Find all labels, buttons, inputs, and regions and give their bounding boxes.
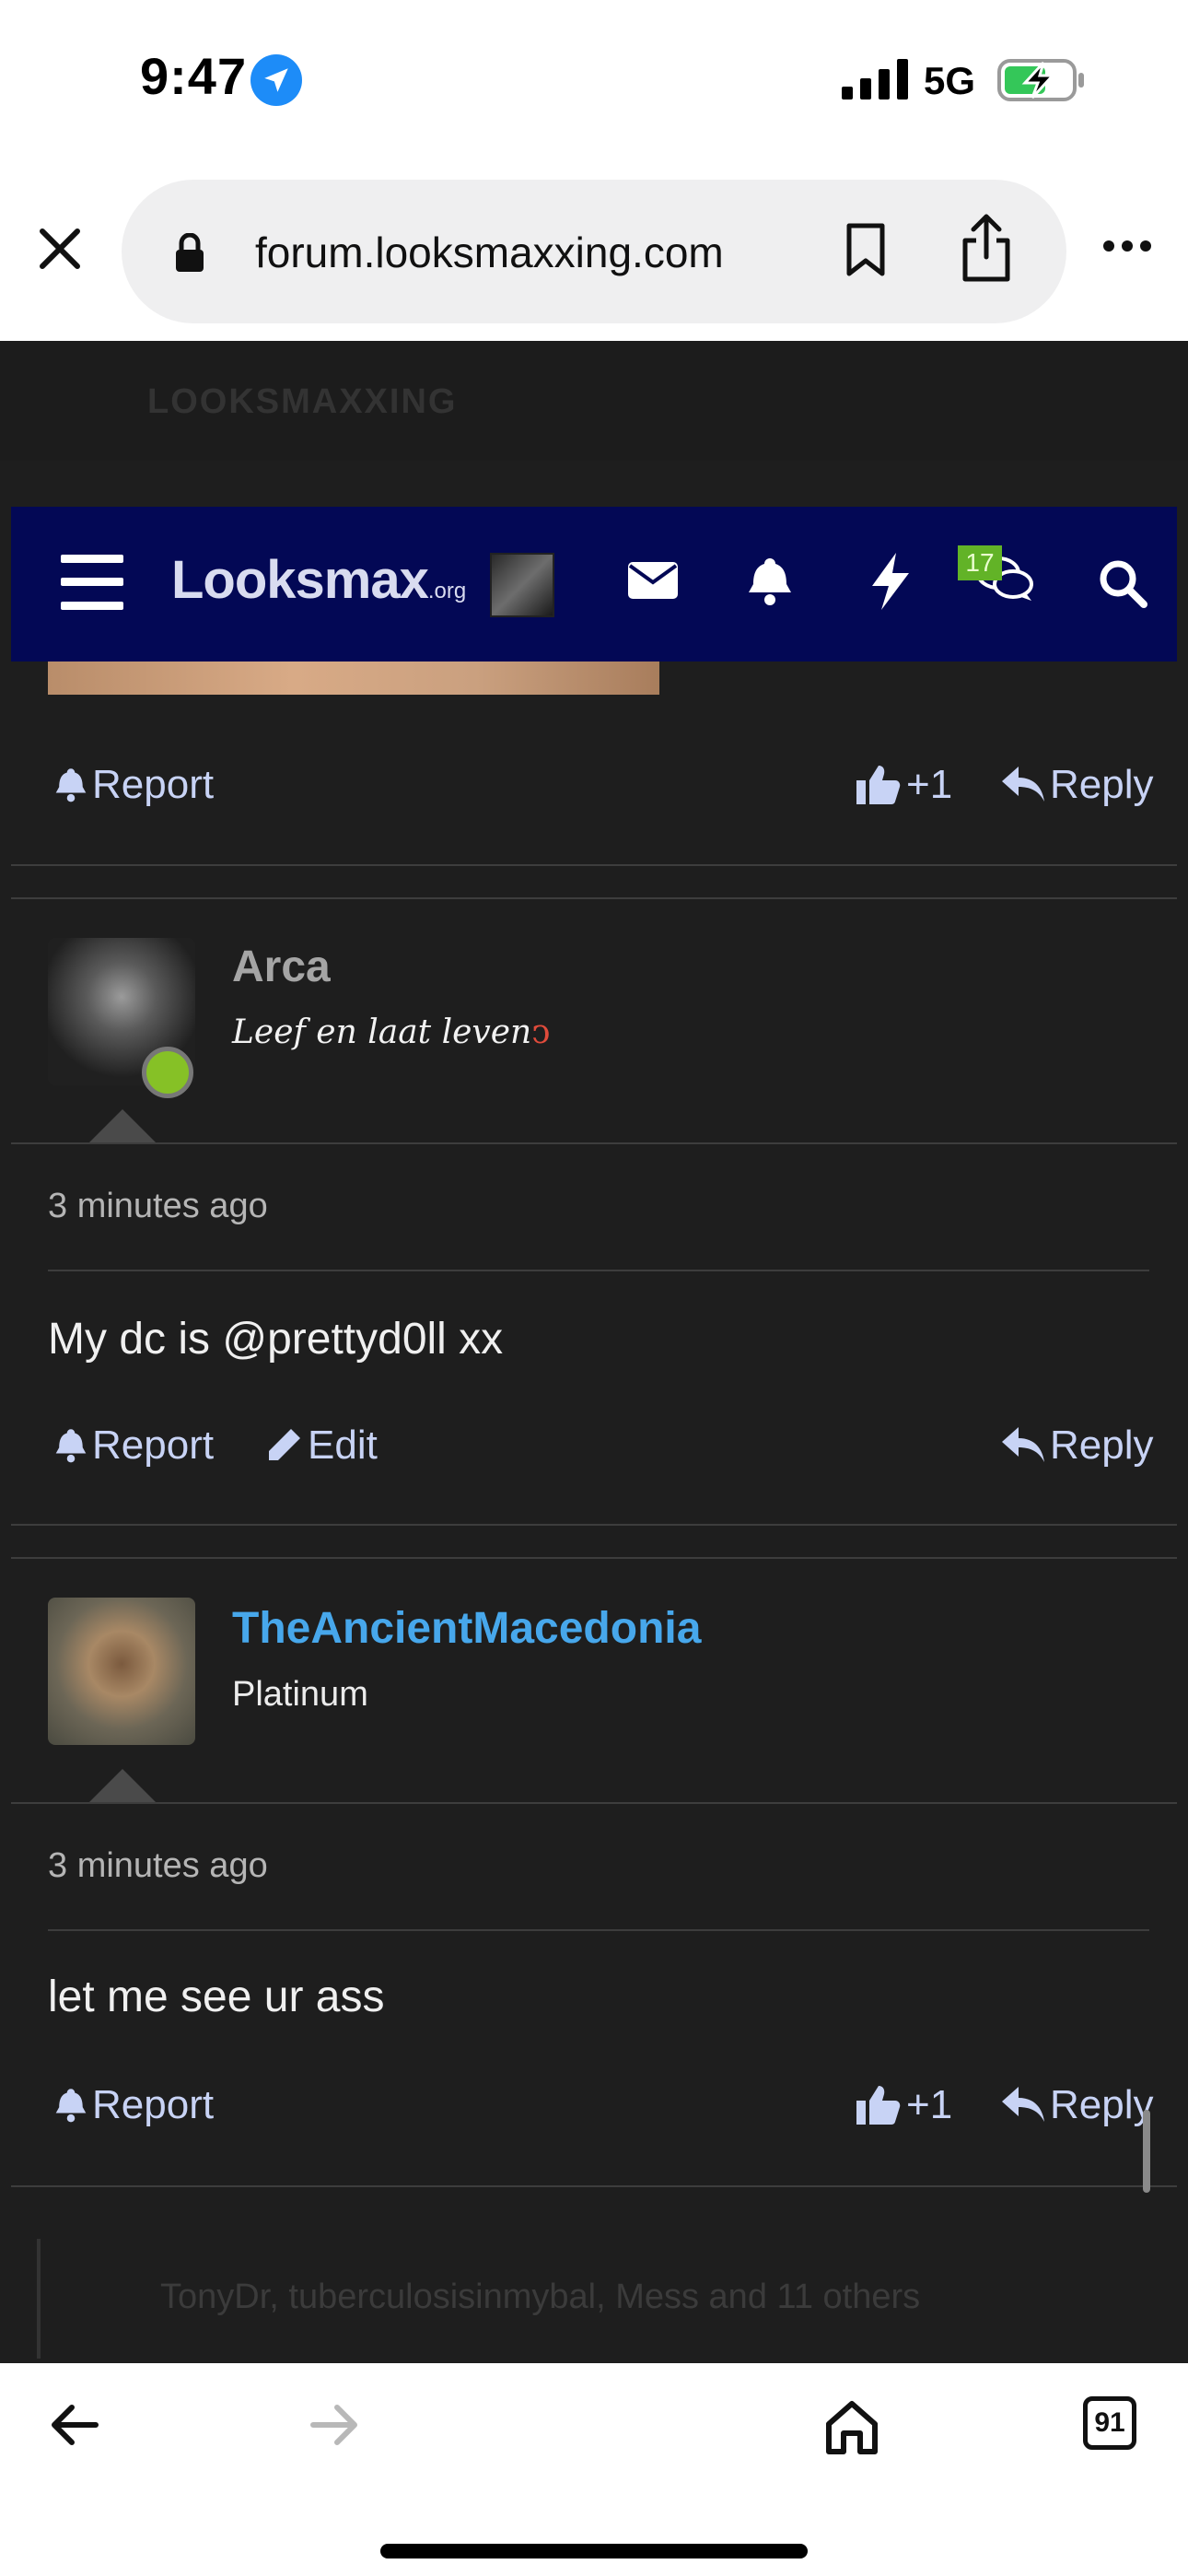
- user-title: Platinum: [232, 1675, 368, 1714]
- background-header: LOOKSMAXXING: [0, 341, 1188, 461]
- back-arrow-icon[interactable]: [50, 2404, 99, 2451]
- report-label: Report: [92, 762, 215, 807]
- post-divider: [48, 1270, 1149, 1271]
- background-header-title: LOOKSMAXXING: [147, 382, 458, 421]
- more-options-icon[interactable]: [1101, 239, 1153, 258]
- page-content: LOOKSMAXXING Looksmax.org 17 Report +1 R…: [0, 341, 1188, 2363]
- bell-icon[interactable]: [748, 556, 792, 611]
- bell-icon: [55, 1429, 87, 1463]
- post-divider: [11, 1802, 1177, 1804]
- reply-button[interactable]: Reply: [1002, 2082, 1154, 2128]
- user-info-caret: [87, 1109, 157, 1144]
- battery-charging-icon: [997, 59, 1086, 106]
- envelope-icon[interactable]: [628, 562, 678, 603]
- reply-label: Reply: [1050, 2082, 1154, 2127]
- post-divider: [48, 1929, 1149, 1931]
- plus-one-label: +1: [906, 762, 953, 807]
- lightning-bolt-icon[interactable]: [872, 553, 909, 615]
- like-button[interactable]: +1: [855, 2082, 952, 2128]
- reply-label: Reply: [1050, 1423, 1154, 1468]
- tabs-button[interactable]: 91: [1083, 2396, 1136, 2450]
- post-timestamp[interactable]: 3 minutes ago: [48, 1846, 268, 1886]
- url-text: forum.looksmaxxing.com: [255, 228, 724, 276]
- address-field[interactable]: forum.looksmaxxing.com: [122, 180, 1066, 323]
- report-button[interactable]: Report: [55, 762, 214, 808]
- thumbs-up-icon: [856, 2086, 901, 2125]
- edit-button[interactable]: Edit: [265, 1423, 378, 1469]
- user-info-caret: [87, 1769, 157, 1804]
- post-body: let me see ur ass: [48, 1973, 385, 2021]
- report-label: Report: [92, 1423, 215, 1468]
- bell-icon: [55, 768, 87, 802]
- post-actions: Report Edit Reply: [0, 1411, 1188, 1485]
- plus-one-label: +1: [906, 2082, 953, 2127]
- share-icon[interactable]: [960, 211, 1013, 289]
- status-bar: 9:47 5G: [0, 0, 1188, 161]
- close-icon[interactable]: [37, 226, 83, 276]
- post-divider: [11, 2185, 1177, 2187]
- edit-label: Edit: [308, 1423, 378, 1468]
- user-avatar[interactable]: [490, 553, 554, 617]
- home-icon[interactable]: [823, 2398, 880, 2460]
- post-image-bottom: [48, 662, 659, 695]
- signature-flourish: ↄ: [531, 1013, 551, 1051]
- like-button[interactable]: +1: [855, 762, 952, 808]
- cellular-signal-icon: [842, 59, 912, 104]
- post-divider: [11, 864, 1177, 866]
- pencil-icon: [269, 1429, 300, 1460]
- username[interactable]: Arca: [232, 942, 331, 992]
- reply-arrow-icon: [1002, 767, 1044, 802]
- post-actions: Report +1 Reply: [0, 2071, 1188, 2145]
- post-body: My dc is @prettyd0ll xx: [48, 1315, 504, 1364]
- site-logo[interactable]: Looksmax.org: [171, 549, 466, 611]
- reply-arrow-icon: [1002, 1427, 1044, 1462]
- bell-icon: [55, 2089, 87, 2123]
- thumbs-up-icon: [856, 766, 901, 804]
- signature-text: Leef en laat leven: [232, 1013, 532, 1051]
- hamburger-menu-icon[interactable]: [61, 555, 123, 615]
- post-actions: Report +1 Reply: [0, 751, 1188, 825]
- post-divider: [11, 897, 1177, 899]
- reactions-summary: TonyDr, tuberculosisinmybal, Mess and 11…: [160, 2277, 921, 2316]
- avatar[interactable]: [48, 1598, 195, 1745]
- forward-arrow-icon[interactable]: [309, 2404, 359, 2451]
- post-divider: [11, 1557, 1177, 1559]
- logo-suffix: .org: [427, 579, 467, 603]
- forum-header: Looksmax.org 17: [11, 507, 1177, 662]
- report-button[interactable]: Report: [55, 2082, 214, 2128]
- scrollbar[interactable]: [1143, 2110, 1150, 2193]
- location-arrow-icon: [250, 54, 302, 106]
- report-label: Report: [92, 2082, 215, 2127]
- lock-icon: [175, 232, 204, 276]
- home-indicator: [380, 2544, 808, 2558]
- post-divider: [11, 1524, 1177, 1526]
- logo-text: Looksmax: [171, 550, 429, 610]
- search-icon[interactable]: [1098, 558, 1147, 613]
- report-button[interactable]: Report: [55, 1423, 214, 1469]
- reply-button[interactable]: Reply: [1002, 762, 1154, 808]
- reply-button[interactable]: Reply: [1002, 1423, 1154, 1469]
- network-type: 5G: [924, 59, 976, 102]
- browser-url-bar: forum.looksmaxxing.com: [0, 161, 1188, 341]
- browser-toolbar: 91: [0, 2363, 1188, 2576]
- online-indicator: [142, 1047, 193, 1098]
- post-divider: [11, 1142, 1177, 1144]
- username[interactable]: TheAncientMacedonia: [232, 1603, 701, 1654]
- background-reactions: TonyDr, tuberculosisinmybal, Mess and 11…: [37, 2239, 1160, 2359]
- status-time: 9:47: [140, 47, 248, 105]
- user-signature: Leef en laat levenↄ: [232, 1013, 550, 1051]
- bookmark-icon[interactable]: [844, 222, 888, 282]
- conversations-badge: 17: [958, 545, 1002, 580]
- post-timestamp[interactable]: 3 minutes ago: [48, 1187, 268, 1226]
- reply-label: Reply: [1050, 762, 1154, 807]
- reply-arrow-icon: [1002, 2087, 1044, 2122]
